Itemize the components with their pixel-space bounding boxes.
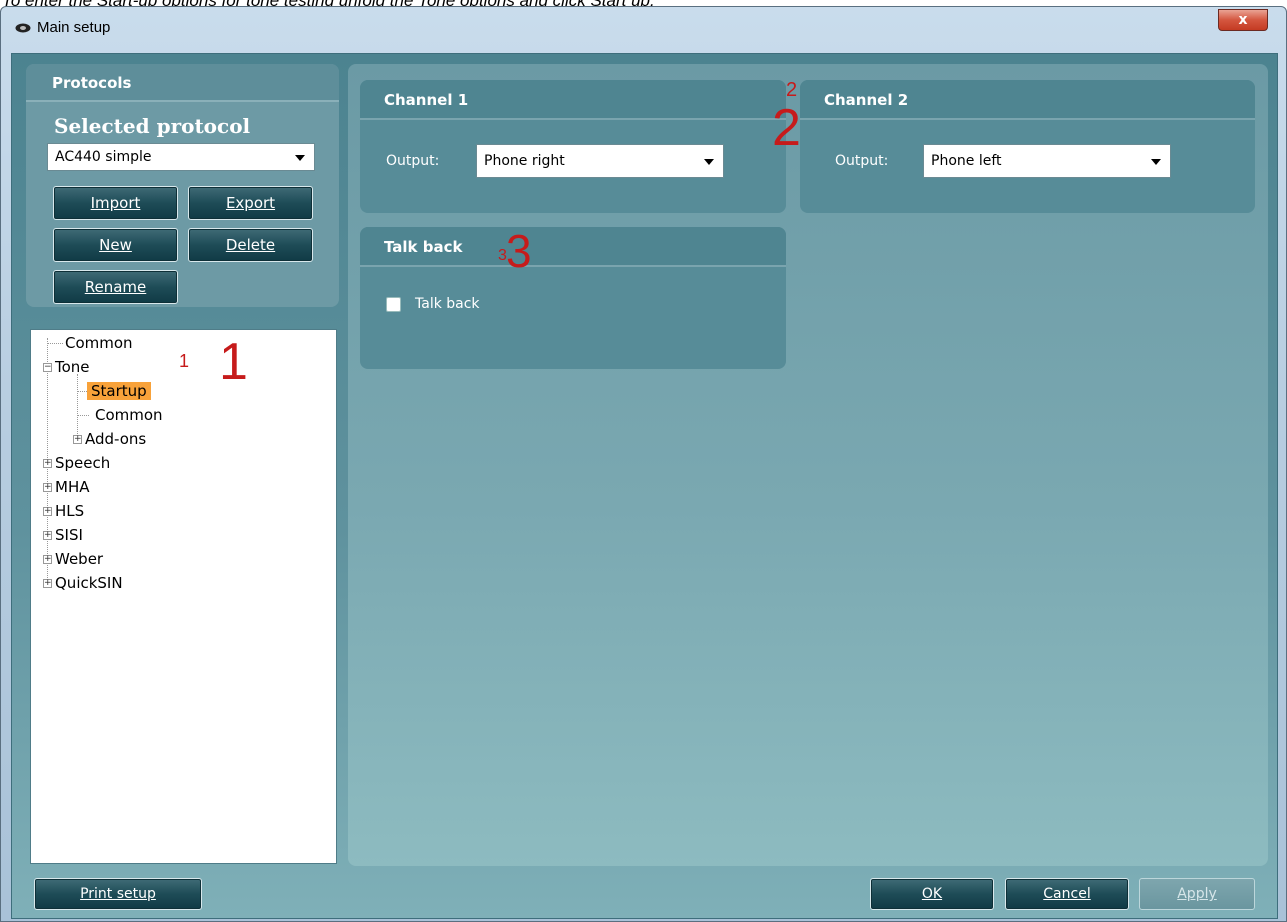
annotation-2-large: 2 <box>772 99 801 157</box>
talk-back-header: Talk back <box>360 227 786 267</box>
app-icon <box>15 23 31 33</box>
delete-button[interactable]: Delete <box>188 228 313 262</box>
talk-back-title: Talk back <box>384 238 463 256</box>
tree-item-quicksin[interactable]: QuickSIN <box>55 572 123 594</box>
tree-item-tone[interactable]: Tone <box>55 356 90 378</box>
chevron-down-icon <box>704 159 714 165</box>
protocols-panel: Protocols Selected protocol AC440 simple… <box>26 64 339 307</box>
tree-item-speech[interactable]: Speech <box>55 452 110 474</box>
chevron-down-icon <box>1151 159 1161 165</box>
expand-icon[interactable]: + <box>43 459 52 468</box>
tree-line <box>77 415 89 416</box>
expand-icon[interactable]: + <box>43 483 52 492</box>
tree-line <box>77 374 78 436</box>
expand-icon[interactable]: + <box>43 531 52 540</box>
expand-icon[interactable]: + <box>43 507 52 516</box>
protocols-header: Protocols <box>26 64 339 102</box>
protocol-select[interactable]: AC440 simple <box>47 143 315 171</box>
channel-1-output-select[interactable]: Phone right <box>476 144 724 178</box>
expand-icon[interactable]: + <box>43 579 52 588</box>
rename-button[interactable]: Rename <box>53 270 178 304</box>
annotation-2-small: 2 <box>786 79 798 101</box>
channel-1-header: Channel 1 <box>360 80 786 120</box>
annotation-1-large: 1 <box>219 333 248 391</box>
channel-2-output-label: Output: <box>835 153 889 169</box>
tree-item-tone-startup[interactable]: Startup <box>87 380 151 402</box>
tree-item-mha[interactable]: MHA <box>55 476 89 498</box>
channel-2-group: Channel 2 Output: Phone left <box>800 80 1255 213</box>
apply-button[interactable]: Apply <box>1139 878 1255 910</box>
channel-1-title: Channel 1 <box>384 91 469 109</box>
chevron-down-icon <box>295 155 305 161</box>
client-area: Protocols Selected protocol AC440 simple… <box>11 53 1278 919</box>
close-button[interactable]: x <box>1218 9 1268 31</box>
tree-item-common[interactable]: Common <box>65 332 133 354</box>
talk-back-checkbox-label: Talk back <box>415 296 480 312</box>
export-button[interactable]: Export <box>188 186 313 220</box>
channel-2-title: Channel 2 <box>824 91 909 109</box>
channel-1-output-label: Output: <box>386 153 440 169</box>
channel-1-output-value: Phone right <box>484 153 565 169</box>
settings-content: Channel 1 Output: Phone right Channel 2 … <box>348 64 1268 866</box>
cancel-button[interactable]: Cancel <box>1005 878 1129 910</box>
tree-line <box>47 343 63 344</box>
channel-2-output-value: Phone left <box>931 153 1002 169</box>
title-bar: Main setup x <box>1 7 1286 53</box>
window-title: Main setup <box>37 19 111 36</box>
ok-button[interactable]: OK <box>870 878 994 910</box>
settings-tree: Common − Tone Startup Common + Add-ons +… <box>30 329 337 864</box>
channel-2-output-select[interactable]: Phone left <box>923 144 1171 178</box>
talk-back-checkbox[interactable] <box>386 297 401 312</box>
protocols-title: Protocols <box>52 74 132 92</box>
collapse-icon[interactable]: − <box>43 363 52 372</box>
new-button[interactable]: New <box>53 228 178 262</box>
annotation-3-large: 3 <box>506 225 532 277</box>
protocol-select-value: AC440 simple <box>55 149 152 165</box>
import-button[interactable]: Import <box>53 186 178 220</box>
tree-item-hls[interactable]: HLS <box>55 500 84 522</box>
channel-2-header: Channel 2 <box>800 80 1255 120</box>
annotation-1-small: 1 <box>179 351 190 371</box>
tree-item-tone-common[interactable]: Common <box>95 404 163 426</box>
tree-item-tone-addons[interactable]: Add-ons <box>85 428 146 450</box>
main-setup-window: Main setup x Protocols Selected protocol… <box>0 6 1287 922</box>
channel-1-group: Channel 1 Output: Phone right <box>360 80 786 213</box>
print-setup-button[interactable]: Print setup <box>34 878 202 910</box>
tree-item-sisi[interactable]: SISI <box>55 524 83 546</box>
expand-icon[interactable]: + <box>43 555 52 564</box>
talk-back-group: Talk back Talk back <box>360 227 786 369</box>
tree-item-weber[interactable]: Weber <box>55 548 103 570</box>
expand-icon[interactable]: + <box>73 435 82 444</box>
selected-protocol-label: Selected protocol <box>54 114 251 138</box>
